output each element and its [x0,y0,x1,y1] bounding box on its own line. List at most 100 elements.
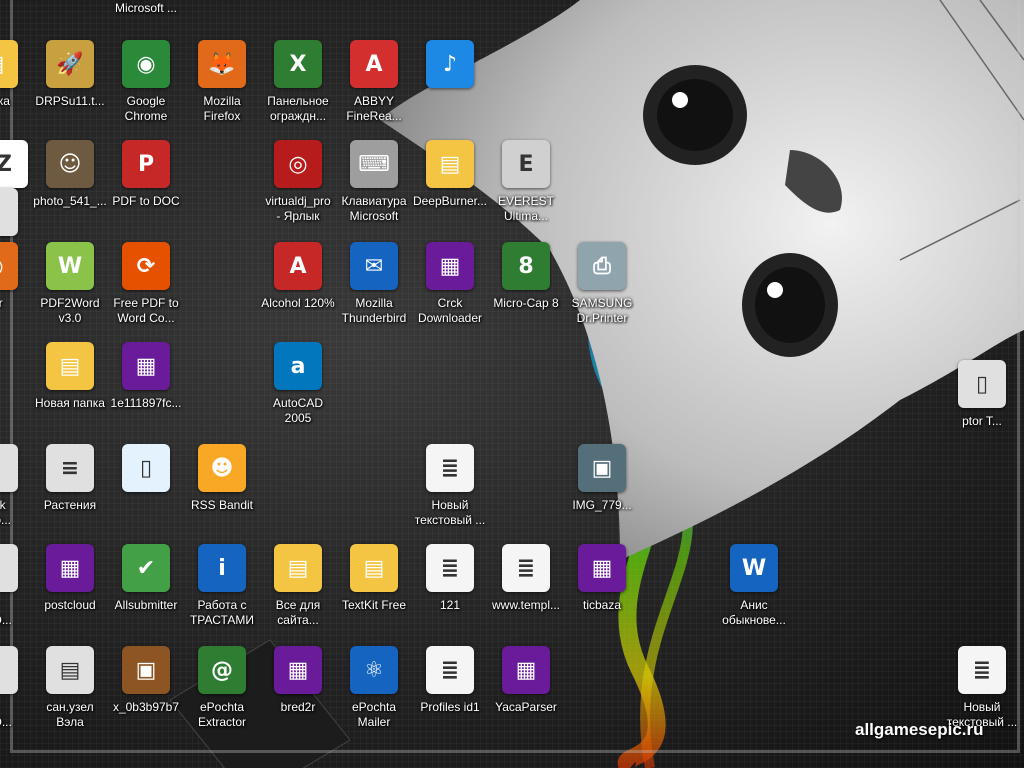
photo-icon: ▣ [122,646,170,694]
desktop-icon-deepburner[interactable]: ▤ DeepBurner... [412,140,488,236]
text-file-icon: ≣ [502,544,550,592]
excel-doc-icon: X [274,40,322,88]
desktop-icon-panelnoe[interactable]: X Панельное ограждн... [260,40,336,136]
desktop-icon-label: Растения [43,498,97,512]
desktop-icon-profiles[interactable]: ≣ Profiles id1 [412,646,488,742]
word-doc-icon: W [730,544,778,592]
desktop-icon-abbyy[interactable]: A ABBYY FineRea... [336,40,412,136]
desktop-icon-chrome[interactable]: ◉ Google Chrome [108,40,184,136]
text-file-icon: ≣ [426,444,474,492]
desktop-icon-partial-top[interactable]: new [0,0,66,20]
desktop-icon-blankfile[interactable]: ▯ [108,444,184,540]
desktop-icon-label: new [0,0,66,1]
desktop-icon-label: www.templ... [491,598,560,612]
winrar-icon: ▦ [578,544,626,592]
text-file-icon: ≣ [426,646,474,694]
desktop-icon-drpsu[interactable]: 🚀 DRPSu11.t... [32,40,108,136]
info-icon: i [198,544,246,592]
winrar-icon: ▦ [502,646,550,694]
photo-icon: ▣ [578,444,626,492]
zip-icon: Z [0,140,28,188]
desktop-icon-label: Анис обыкнове... [722,598,786,627]
desktop-icon-partial-top[interactable]: Восстанов... [260,0,336,20]
desktop-icon-rar1e11[interactable]: ▦ 1e111897fc... [108,342,184,438]
winrar-icon: ▦ [274,646,322,694]
firefox-icon: 🦊 [198,40,246,88]
desktop-icon-rastenia[interactable]: ≡ Растения [32,444,108,540]
desktop-icon-textkit[interactable]: ▤ TextKit Free [336,544,412,640]
desktop-icon-img779[interactable]: ▣ IMG_779... [564,444,640,540]
desktop-icon-freepdf[interactable]: ⟳ Free PDF to Word Co... [108,242,184,338]
desktop-icon-label: Disk е Fo... [0,498,11,527]
desktop-icon-label: сан.узел Вэла [46,700,94,729]
desktop-icon-rssbandit[interactable]: ☻ RSS Bandit [184,444,260,540]
desktop-icon-label: Новый текстовый ... [414,498,486,527]
desktop-icon-label: ptor T... [962,414,1002,428]
file-icon: ▯ [0,444,18,492]
folder-icon: ▤ [0,40,18,88]
desktop-icon-left-pro1[interactable]: ▯ O ПРО... [0,544,32,640]
desktop-icon-partial-top[interactable]: Документ Microsoft ... [108,0,184,20]
desktop-icon-anis[interactable]: W Анис обыкнове... [716,544,792,640]
desktop-icon-x0b3[interactable]: ▣ x_0b3b97b7 [108,646,184,742]
desktop-icon-crck[interactable]: ▦ Crck Downloader [412,242,488,338]
desktop-icon-epochta-ext[interactable]: @ ePochta Extractor [184,646,260,742]
desktop-icon-label: Alcohol 120% [261,296,335,310]
desktop-icon-bred2r[interactable]: ▦ bred2r [260,646,336,742]
desktop-icon-postcloud[interactable]: ▦ postcloud [32,544,108,640]
desktop-icon-vsedlya[interactable]: ▤ Все для сайта... [260,544,336,640]
firefox-icon: ◉ [0,242,18,290]
desktop-icon-thunderbird[interactable]: ✉ Mozilla Thunderbird [336,242,412,338]
desktop-icon-wwwtempl[interactable]: ≣ www.templ... [488,544,564,640]
desktop-icon-samsung[interactable]: ⎙ SAMSUNG Dr.Printer [564,242,640,338]
desktop-icon-epochta-mail[interactable]: ⚛ ePochta Mailer [336,646,412,742]
desktop-icon-t121[interactable]: ≣ 121 [412,544,488,640]
desktop-icon-label: ner [0,296,3,310]
desktop-icon-label: ePochta Mailer [351,700,397,729]
abbyy-icon: A [350,40,398,88]
autocad-icon: a [274,342,322,390]
desktop-icon-music[interactable]: ♪ [412,40,488,136]
everest-icon: E [502,140,550,188]
desktop-icon-pdf2word[interactable]: W PDF2Word v3.0 [32,242,108,338]
epochta-icon: @ [198,646,246,694]
desktop-icon-allsubmitter[interactable]: ✔ Allsubmitter [108,544,184,640]
desktop-icon-label: 1e111897fc... [110,396,182,410]
desktop-icon-left-disk[interactable]: ▯ Disk е Fo... [0,444,32,540]
desktop-icon-label: ePochta Extractor [197,700,246,729]
desktop-icon-left-pro2[interactable]: ▯ O ПРО... [0,646,32,742]
desktop-icon-alcohol[interactable]: A Alcohol 120% [260,242,336,338]
desktop-icon-right-ptor[interactable]: ▯ ptor T... [944,360,1020,456]
desktop-icon-photo541[interactable]: ☺ photo_541_... [32,140,108,236]
desktop-icon-sanuzel[interactable]: ▤ сан.узел Вэла [32,646,108,742]
stack-icon: ≡ [46,444,94,492]
desktop-icon-label: AutoCAD 2005 [272,396,324,425]
desktop-icon-label: RSS Bandit [190,498,254,512]
rss-bandit-icon: ☻ [198,444,246,492]
desktop-icon-everest[interactable]: E EVEREST Ultima... [488,140,564,236]
desktop-icon-firefox[interactable]: 🦊 Mozilla Firefox [184,40,260,136]
desktop-icon-yacaparser[interactable]: ▦ YacaParser [488,646,564,742]
folder-icon: ▤ [350,544,398,592]
desktop-icon-left-ner[interactable]: ◉ ner [0,242,32,338]
desktop-icon-pdf2doc[interactable]: P PDF to DOC [108,140,184,236]
desktop-icon-trastami[interactable]: i Работа с ТРАСТАМИ [184,544,260,640]
desktop-icon-ticbaza[interactable]: ▦ ticbaza [564,544,640,640]
desktop-icon-keyboard[interactable]: ⌨ Клавиатура Microsoft [336,140,412,236]
desktop-icon-newtxt1[interactable]: ≣ Новый текстовый ... [412,444,488,540]
desktop-icon-label: Новая папка [35,396,105,410]
file-icon: ▯ [0,544,18,592]
desktop-icon-label: ticbaza [582,598,622,612]
desktop-icon-label: Micro-Cap 8 [493,296,559,310]
folder-icon: ▤ [46,342,94,390]
desktop-icon-label: virtualdj_pro - Ярлык [265,194,331,223]
vinyl-icon: ◎ [274,140,322,188]
desktop-icon-virtualdj[interactable]: ◎ virtualdj_pro - Ярлык [260,140,336,236]
desktop-icon-autocad[interactable]: a AutoCAD 2005 [260,342,336,438]
desktop-icon-newfolder[interactable]: ▤ Новая папка [32,342,108,438]
desktop-icon-label: SAMSUNG Dr.Printer [571,296,633,325]
desktop-icon-left-papka[interactable]: ▤ папка [0,40,32,136]
desktop-icon-partial-top[interactable]: ... [184,0,260,20]
desktop-icon-microcap[interactable]: 8 Micro-Cap 8 [488,242,564,338]
pdf-icon: ▤ [46,646,94,694]
